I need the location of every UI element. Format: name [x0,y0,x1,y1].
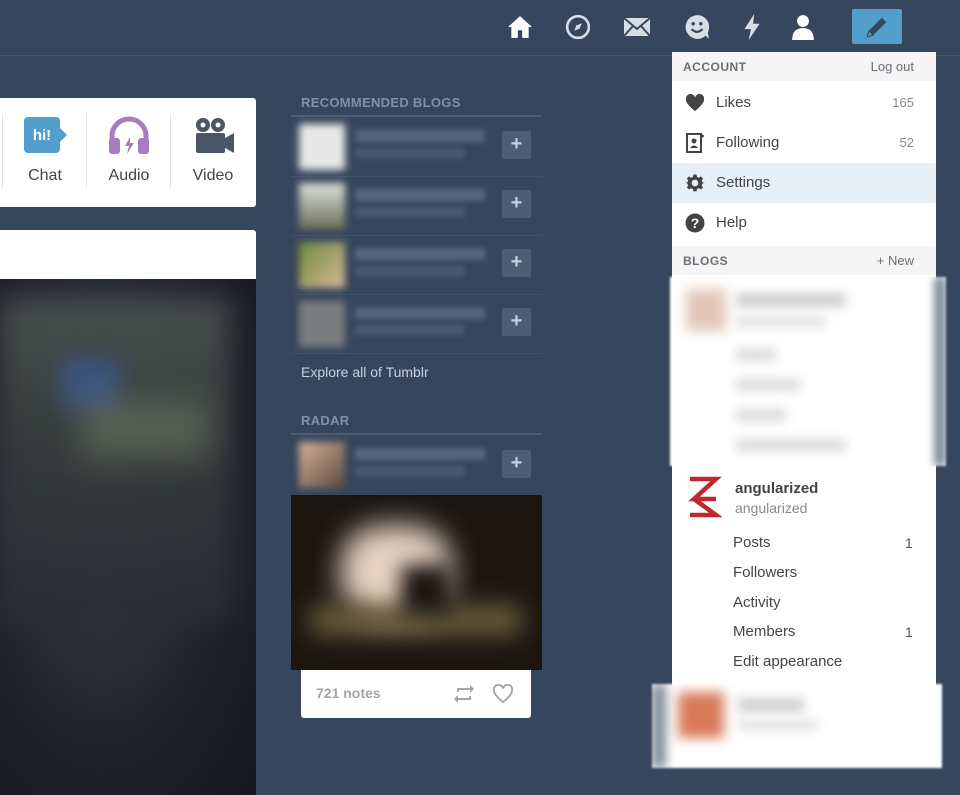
blog-item-edit-appearance[interactable]: Edit appearance [733,653,842,670]
avatar [299,242,345,288]
menu-item-label: Following [716,134,780,151]
video-post-button[interactable]: Video [171,116,255,185]
menu-item-likes[interactable]: Likes 165 [672,83,936,123]
blog-name[interactable]: angularized [735,480,818,497]
blurred-blog-entry[interactable] [652,684,942,768]
blog-logo[interactable] [686,475,723,520]
menu-item-label: Settings [716,174,771,191]
recommended-blog-row[interactable]: + [291,118,542,177]
menu-item-following[interactable]: Following 52 [672,123,936,163]
follow-button[interactable]: + [502,131,531,159]
radar-post-image[interactable] [291,495,542,670]
follow-button[interactable]: + [502,249,531,277]
posts-count: 1 [905,535,913,551]
menu-item-help[interactable]: ? Help [672,203,936,243]
recommended-blog-row[interactable]: + [291,177,542,236]
inbox-icon[interactable] [622,12,652,42]
post-header [0,230,256,280]
notes-count[interactable]: 721 notes [316,685,381,701]
avatar [299,124,345,170]
chat-post-button[interactable]: hi! Chat [3,116,87,185]
account-icon[interactable] [788,12,818,42]
audio-label: Audio [108,167,150,184]
avatar [299,442,345,488]
reblog-icon[interactable] [452,682,476,706]
post-type-bar: hi! Chat Audio Video [0,98,256,207]
following-icon [685,133,705,153]
heart-icon [685,93,705,113]
members-count: 1 [905,624,913,640]
new-blog-link[interactable]: + New [877,253,914,268]
following-count: 52 [899,135,914,150]
blog-item-activity[interactable]: Activity [733,594,781,611]
messaging-icon[interactable] [682,12,712,42]
top-navigation-bar [0,0,960,56]
headphones-icon [109,116,149,154]
gear-icon [685,173,705,193]
blogs-section-title: BLOGS [683,254,729,268]
chat-icon: hi! [24,117,67,153]
logout-link[interactable]: Log out [871,59,914,74]
avatar [299,183,345,229]
video-label: Video [192,167,234,184]
video-camera-icon [196,118,234,153]
blurred-blog-entry[interactable] [670,277,946,466]
svg-text:?: ? [691,215,700,231]
explore-link[interactable]: Explore all of Tumblr [301,364,429,380]
radar-post-footer: 721 notes [301,670,531,718]
help-icon: ? [685,213,705,233]
radar-title: RADAR [301,413,350,428]
divider [291,433,542,435]
account-section-title: ACCOUNT [683,60,747,74]
activity-icon[interactable] [737,12,767,42]
blog-item-members[interactable]: Members [733,623,796,640]
radar-blog-row[interactable]: + [291,436,542,495]
chat-icon-text: hi! [33,127,51,144]
compose-icon [866,17,887,38]
blog-item-followers[interactable]: Followers [733,564,797,581]
audio-post-button[interactable]: Audio [87,116,171,185]
follow-button[interactable]: + [502,450,531,478]
follow-button[interactable]: + [502,190,531,218]
recommended-blogs-title: RECOMMENDED BLOGS [301,95,461,110]
avatar [299,301,345,347]
chat-label: Chat [28,167,62,184]
divider [291,115,542,117]
account-section-header: ACCOUNT Log out [672,52,936,81]
menu-item-label: Likes [716,94,752,111]
recommended-blog-row[interactable]: + [291,236,542,295]
compose-button[interactable] [852,9,902,44]
menu-item-settings[interactable]: Settings [672,163,936,203]
menu-item-label: Help [716,214,747,231]
blogs-section-header: BLOGS + New [672,246,936,275]
post-image [0,279,256,795]
recommended-blog-row[interactable]: + [291,295,542,354]
heart-icon[interactable] [491,682,515,706]
blog-subtitle: angularized [735,500,808,516]
blog-item-posts[interactable]: Posts [733,534,771,551]
likes-count: 165 [892,95,914,110]
home-icon[interactable] [505,12,535,42]
explore-icon[interactable] [563,12,593,42]
follow-button[interactable]: + [502,308,531,336]
